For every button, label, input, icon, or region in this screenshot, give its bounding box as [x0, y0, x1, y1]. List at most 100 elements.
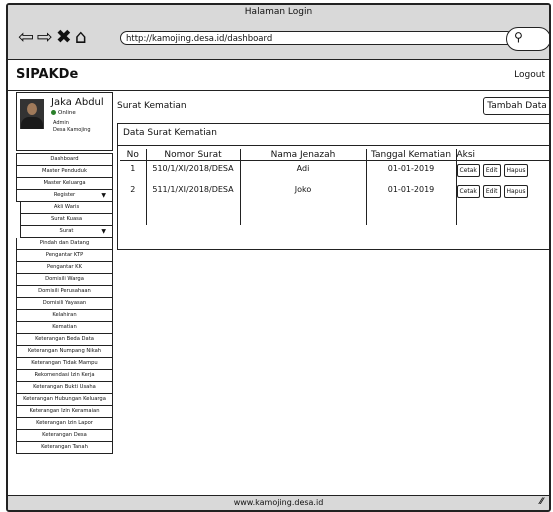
sidebar-item-register[interactable]: Register ▼ — [16, 190, 113, 202]
table-filler-row — [120, 203, 549, 225]
cell-nama-jenazah: Joko — [239, 182, 366, 203]
col-header-no: No — [120, 149, 146, 161]
sidebar-item-pengantar-kk[interactable]: Pengantar KK — [16, 262, 113, 274]
table-row: 2 511/1/XI/2018/DESA Joko 01-01-2019 Cetak Ed… — [120, 182, 549, 203]
sidebar-menu: Dashboard Master Penduduk Master Keluarga R… — [16, 153, 113, 454]
search-box[interactable]: ⚲ — [506, 27, 549, 51]
chevron-down-icon: ▼ — [101, 228, 106, 235]
hapus-button[interactable]: Hapus — [503, 164, 529, 177]
page-title: Surat Kematian — [117, 101, 187, 111]
sidebar-item-label: Keterangan Desa — [42, 432, 87, 438]
empty-cell — [365, 203, 456, 225]
cetak-button[interactable]: Cetak — [456, 185, 480, 198]
sidebar-item-label: Domisili Yayasan — [42, 300, 87, 306]
data-table: No Nomor Surat Nama Jenazah Tanggal Kema… — [120, 149, 549, 225]
cell-nomor-surat: 510/1/XI/2018/DESA — [145, 160, 240, 182]
col-header-nama-jenazah: Nama Jenazah — [239, 149, 366, 161]
online-dot-icon — [51, 110, 56, 115]
logout-link[interactable]: Logout — [514, 70, 545, 80]
cell-aksi: Cetak Edit Hapus — [455, 182, 549, 203]
empty-cell — [120, 203, 146, 225]
close-icon[interactable]: ✖ — [56, 27, 73, 47]
col-header-nomor-surat: Nomor Surat — [145, 149, 240, 161]
cetak-button[interactable]: Cetak — [456, 164, 480, 177]
cell-no: 2 — [130, 185, 136, 194]
forward-arrow-icon[interactable]: ⇨ — [37, 27, 54, 47]
card-divider — [118, 145, 549, 146]
sidebar-item-label: Keterangan Bukti Usaha — [33, 384, 96, 390]
sidebar-item-label: Pindah dan Datang — [39, 240, 90, 246]
sidebar-item-label: Akli Waris — [53, 204, 80, 210]
user-status-text: Online — [58, 110, 76, 116]
sidebar-item-keterangan-izin-lapor[interactable]: Keterangan Izin Lapor — [16, 418, 113, 430]
sidebar-item-label: Keterangan Izin Keramaian — [29, 408, 100, 414]
user-org: Desa Kamojing — [53, 127, 91, 133]
sidebar-item-label: Keterangan Numpang Nikah — [27, 348, 102, 354]
sidebar-item-rekomendasi-izin-kerja[interactable]: Rekomendasi Izin Kerja — [16, 370, 113, 382]
home-icon[interactable]: ⌂ — [75, 27, 88, 47]
browser-window: Halaman Login ⇦ ⇨ ✖ ⌂ http://kamojing.desa.… — [6, 3, 551, 512]
sidebar-item-label: Pengantar KK — [47, 264, 82, 270]
back-arrow-icon[interactable]: ⇦ — [18, 27, 35, 47]
cell-tanggal: 01-01-2019 — [365, 182, 456, 203]
sidebar-item-master-keluarga[interactable]: Master Keluarga — [16, 178, 113, 190]
sidebar-item-label: Master Keluarga — [43, 180, 86, 186]
sidebar-item-keterangan-bukti-usaha[interactable]: Keterangan Bukti Usaha — [16, 382, 113, 394]
resize-grip-icon[interactable]: ⁄⁄ — [540, 495, 543, 509]
edit-button[interactable]: Edit — [482, 185, 501, 198]
user-role: Admin — [53, 120, 69, 126]
col-header-aksi: Aksi — [455, 149, 549, 161]
app-header: SIPAKDe Logout — [8, 60, 549, 91]
user-card: Jaka Abdul Online Admin Desa Kamojing — [16, 92, 113, 151]
url-bar[interactable]: http://kamojing.desa.id/dashboard — [120, 31, 514, 45]
sidebar-item-keterangan-desa[interactable]: Keterangan Desa — [16, 430, 113, 442]
sidebar-item-label: Keterangan Hubungan Keluarga — [23, 396, 106, 402]
sidebar-item-keterangan-beda-data[interactable]: Keterangan Beda Data — [16, 334, 113, 346]
sidebar-item-kelahiran[interactable]: Kelahiran — [16, 310, 113, 322]
footer: www.kamojing.desa.id ⁄⁄ — [8, 495, 549, 510]
sidebar-item-pindah-dan-datang[interactable]: Pindah dan Datang — [16, 238, 113, 250]
sidebar-item-domisili-perusahaan[interactable]: Domisili Perusahaan — [16, 286, 113, 298]
sidebar-item-domisili-yayasan[interactable]: Domisili Yayasan — [16, 298, 113, 310]
sidebar-item-domisili-warga[interactable]: Domisili Warga — [16, 274, 113, 286]
sidebar-item-label: Rekomendasi Izin Kerja — [34, 372, 95, 378]
sidebar-item-dashboard[interactable]: Dashboard — [16, 153, 113, 166]
sidebar-item-label: Domisili Warga — [45, 276, 84, 282]
sidebar-item-keterangan-numpang-nikah[interactable]: Keterangan Numpang Nikah — [16, 346, 113, 358]
card-title: Data Surat Kematian — [123, 128, 217, 138]
cell-no: 1 — [130, 164, 136, 173]
window-title: Halaman Login — [244, 7, 313, 17]
cell-tanggal: 01-01-2019 — [365, 160, 456, 182]
sidebar-item-master-penduduk[interactable]: Master Penduduk — [16, 166, 113, 178]
sidebar-item-keterangan-tidak-mampu[interactable]: Keterangan Tidak Mampu — [16, 358, 113, 370]
sidebar-item-surat[interactable]: Surat ▼ — [20, 226, 113, 238]
sidebar-item-label: Keterangan Izin Lapor — [36, 420, 93, 426]
sidebar-item-label: Surat Kuasa — [50, 216, 83, 222]
sidebar: Jaka Abdul Online Admin Desa Kamojing Da… — [16, 92, 113, 454]
empty-cell — [239, 203, 366, 225]
table-header-row: No Nomor Surat Nama Jenazah Tanggal Kema… — [120, 149, 549, 161]
sidebar-item-keterangan-izin-keramaian[interactable]: Keterangan Izin Keramaian — [16, 406, 113, 418]
avatar — [20, 99, 44, 129]
sidebar-item-pengantar-ktp[interactable]: Pengantar KTP — [16, 250, 113, 262]
sidebar-item-kematian[interactable]: Kematian — [16, 322, 113, 334]
cell-nomor-surat: 511/1/XI/2018/DESA — [145, 182, 240, 203]
sidebar-item-keterangan-hubungan-keluarga[interactable]: Keterangan Hubungan Keluarga — [16, 394, 113, 406]
data-card: Data Surat Kematian No Nomor Surat Nama … — [117, 123, 549, 250]
sidebar-item-label: Master Penduduk — [42, 168, 87, 174]
sidebar-item-akli-waris[interactable]: Akli Waris — [20, 202, 113, 214]
chevron-down-icon: ▼ — [101, 192, 106, 199]
nav-controls: ⇦ ⇨ ✖ ⌂ — [18, 27, 90, 47]
footer-text: www.kamojing.desa.id — [233, 498, 324, 507]
empty-cell — [455, 203, 549, 225]
add-data-button[interactable]: Tambah Data — [483, 97, 549, 115]
hapus-button[interactable]: Hapus — [503, 185, 529, 198]
sidebar-item-surat-kuasa[interactable]: Surat Kuasa — [20, 214, 113, 226]
user-name: Jaka Abdul — [51, 97, 104, 108]
sidebar-item-label: Domisili Perusahaan — [38, 288, 91, 294]
sidebar-item-keterangan-tanah[interactable]: Keterangan Tanah — [16, 442, 113, 454]
sidebar-item-label: Keterangan Tidak Mampu — [31, 360, 98, 366]
empty-cell — [145, 203, 240, 225]
edit-button[interactable]: Edit — [482, 164, 501, 177]
cell-aksi: Cetak Edit Hapus — [455, 160, 549, 182]
